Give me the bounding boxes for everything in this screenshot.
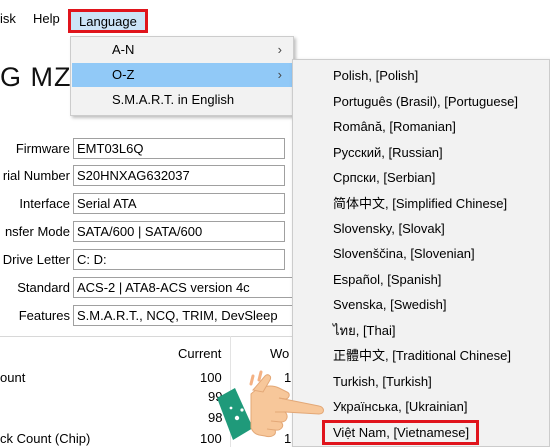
menu-item-smart-english[interactable]: S.M.A.R.T. in English	[72, 88, 292, 112]
features-value: S.M.A.R.T., NCQ, TRIM, DevSleep	[73, 305, 295, 326]
language-option-spanish[interactable]: Español, [Spanish]	[333, 271, 441, 289]
column-header-current[interactable]: Current	[178, 346, 221, 361]
language-option-russian[interactable]: Русский, [Russian]	[333, 144, 443, 162]
chevron-right-icon: ›	[277, 42, 282, 57]
interface-label: Interface	[19, 196, 70, 211]
drive-letter-label: Drive Letter	[2, 252, 70, 267]
features-label: Features	[18, 308, 70, 323]
chevron-right-icon: ›	[277, 67, 282, 82]
transfer-mode-label: nsfer Mode	[4, 224, 70, 239]
menu-item-label: O-Z	[112, 67, 135, 82]
language-option-romanian[interactable]: Română, [Romanian]	[333, 118, 456, 136]
language-option-swedish[interactable]: Svenska, [Swedish]	[333, 296, 446, 314]
standard-label: Standard	[17, 280, 70, 295]
table-row-name: ck Count (Chip)	[0, 431, 91, 446]
language-option-slovak[interactable]: Slovensky, [Slovak]	[333, 220, 445, 238]
language-dropdown: A-N › O-Z › S.M.A.R.T. in English	[70, 36, 294, 116]
interface-value: Serial ATA	[73, 193, 285, 214]
menu-item-label: A-N	[112, 42, 135, 57]
language-submenu-o-z: Polish, [Polish] Português (Brasil), [Po…	[292, 59, 550, 447]
menu-language[interactable]: Language	[68, 9, 148, 33]
menu-item-a-n[interactable]: A-N ›	[72, 38, 292, 62]
language-option-polish[interactable]: Polish, [Polish]	[333, 67, 418, 85]
table-row-name: ount	[0, 370, 26, 385]
language-option-slovenian[interactable]: Slovenščina, [Slovenian]	[333, 245, 475, 263]
language-option-serbian[interactable]: Српски, [Serbian]	[333, 169, 435, 187]
pointing-hand-icon	[217, 370, 324, 440]
firmware-label: Firmware	[15, 141, 70, 156]
transfer-mode-value: SATA/600 | SATA/600	[73, 221, 285, 242]
menu-bar: isk Help Language	[0, 0, 550, 36]
menu-help[interactable]: Help	[33, 11, 60, 27]
column-header-worst[interactable]: Wo	[270, 346, 289, 361]
language-option-turkish[interactable]: Turkish, [Turkish]	[333, 373, 432, 391]
menu-disk[interactable]: isk	[0, 11, 16, 27]
language-option-thai[interactable]: ไทย, [Thai]	[333, 322, 395, 340]
language-option-simplified-chinese[interactable]: 简体中文, [Simplified Chinese]	[333, 195, 507, 213]
menu-item-o-z[interactable]: O-Z ›	[72, 63, 292, 87]
serial-number-value: S20HNXAG632037	[73, 165, 285, 186]
standard-value: ACS-2 | ATA8-ACS version 4c	[73, 277, 295, 298]
menu-item-label: S.M.A.R.T. in English	[112, 92, 235, 107]
language-option-traditional-chinese[interactable]: 正體中文, [Traditional Chinese]	[333, 347, 511, 365]
serial-number-label: rial Number	[2, 168, 70, 183]
drive-letter-value: C: D:	[73, 249, 285, 270]
language-option-vietnamese[interactable]: Việt Nam, [Vietnamese]	[322, 420, 480, 445]
language-option-portuguese[interactable]: Português (Brasil), [Portuguese]	[333, 93, 518, 111]
firmware-value: EMT03L6Q	[73, 138, 285, 159]
language-option-ukrainian[interactable]: Українська, [Ukrainian]	[333, 398, 467, 416]
